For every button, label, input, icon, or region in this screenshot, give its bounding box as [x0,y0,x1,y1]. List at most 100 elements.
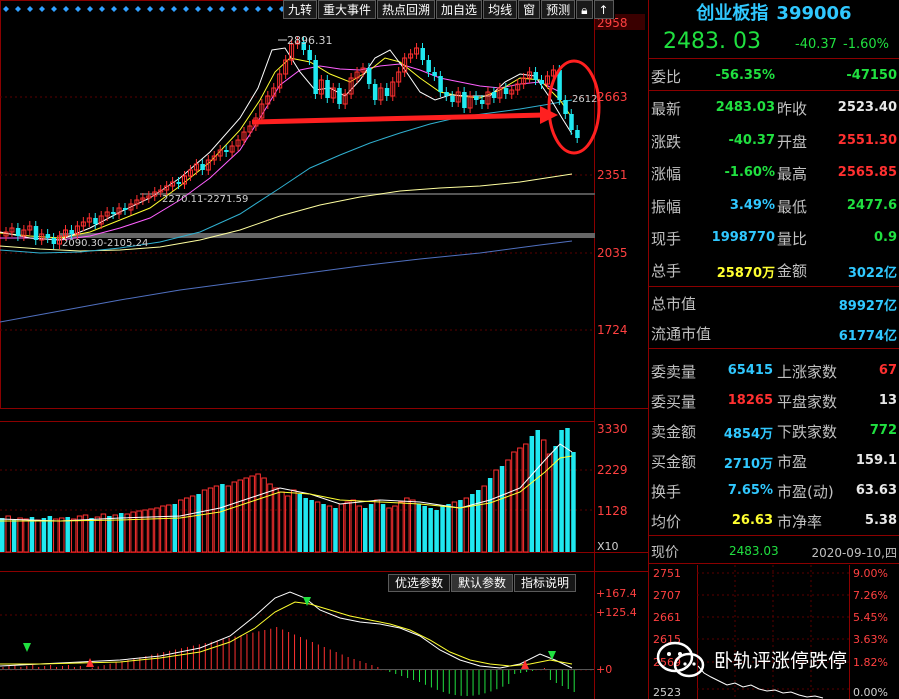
price-axis-label: 2663 [597,90,628,104]
candle-body [420,48,425,60]
event-marker [63,6,69,12]
event-marker [123,6,129,12]
event-marker [267,6,273,12]
volume-bar [356,505,362,553]
candle-body [384,88,390,96]
candle-body [533,72,539,80]
volume-bar [565,428,570,552]
volume-bar [493,469,499,553]
price-axis-label: 1724 [597,323,628,337]
volume-bar [213,485,220,553]
now-date: 2020-09-10,四 [811,545,897,560]
tab-default-params[interactable]: 默认参数 [451,574,514,592]
event-marker [207,6,213,12]
stat-label: 均价 [651,512,682,531]
candle-body [33,226,39,240]
volume-bar [237,479,243,553]
volume-bar [65,517,70,552]
quote-label: 涨跌 [651,132,682,151]
candle-body [372,84,378,100]
stat-value: 13 [878,392,897,408]
moving-average-lines [0,47,573,323]
stat-value: 63.63 [855,482,897,498]
quote-value: 2551.30 [837,132,897,148]
window-button[interactable]: 窗 [518,0,541,19]
candle-body [480,100,485,104]
forecast-button[interactable]: 预测 [541,0,576,19]
now-price-row: 现价 2483.03 2020-09-10,四 [649,536,899,564]
nine-turn-button[interactable]: 九转 [283,0,318,19]
tab-indicator-help[interactable]: 指标说明 [514,574,577,592]
lock-icon[interactable]: 🔒︎ [576,0,593,19]
event-marker [111,6,117,12]
volume-bar [434,510,439,552]
quote-value: -1.60% [724,165,776,181]
add-watchlist-button[interactable]: 加自选 [436,0,483,19]
volume-axis-unit: X10 [597,540,619,553]
candle-body [539,80,544,84]
candle-body [474,96,479,100]
event-marker [27,6,33,12]
quote-label: 昨收 [777,100,808,119]
mini-axis-label: 2751 [653,567,681,580]
volume-bar [53,518,59,553]
volume-bar [523,443,529,553]
stat-row: 委卖量 65415 上涨家数 67 [649,355,899,385]
candle-body [123,208,128,210]
indicator-axis-label: +125.4 [596,606,637,619]
volume-bar [476,490,481,552]
price-axis: 2958 2663 2351 2035 1724 [595,14,645,337]
quote-label: 金额 [777,262,808,281]
stat-label: 上涨家数 [777,362,838,381]
candle-body [450,96,455,102]
index-title: 创业板指 399006 [649,0,899,27]
volume-bar [481,485,487,553]
volume-bar [189,495,196,553]
stat-value: 159.1 [855,452,897,468]
volume-bar [107,516,112,552]
volume-bar [220,484,225,552]
quote-label: 量比 [777,229,808,248]
index-name: 创业板指 [696,3,769,24]
market-stat-rows: 委卖量 65415 上涨家数 67 委买量 18265 平盘家数 13 卖金额 … [649,349,899,536]
volume-bar [142,509,148,553]
volume-bar [380,504,386,552]
watermark-text: 卧轨评涨停跌停 [714,650,848,672]
volume-bar [285,495,291,553]
major-events-button[interactable]: 重大事件 [318,0,377,19]
cap-value: 89927亿 [838,298,897,314]
quote-row: 现手 1998770 量比 0.9 [649,221,899,253]
kline-chart-area[interactable]: 2896.31 2270.11-2271.59 2090.30-2105.24 … [0,0,648,699]
support-arrow [251,106,558,125]
stat-label: 平盘家数 [777,392,838,411]
kline-chart[interactable]: 2896.31 2270.11-2271.59 2090.30-2105.24 … [0,0,648,699]
stat-value: 18265 [727,392,773,408]
stat-label: 下跌家数 [777,422,838,441]
hotspot-review-button[interactable]: 热点回溯 [377,0,436,19]
volume-bar [178,499,184,553]
volume-bar [154,507,160,553]
stat-value: 2710万 [723,456,773,472]
volume-bar [505,459,511,553]
quote-row: 涨跌 -40.37 开盘 2551.30 [649,124,899,156]
quote-label: 振幅 [651,197,682,216]
volume-bar [374,499,380,553]
quote-value: 2477.6 [846,197,897,213]
volume-bar [440,506,445,552]
stat-value: 772 [869,422,897,438]
wechat-watermark: 卧轨评涨停跌停 [656,637,896,681]
stat-value: 4854万 [723,426,773,442]
market-cap-rows: 总市值 89927亿 流通市值 61774亿 [649,287,899,349]
volume-bar [100,513,107,553]
moving-average-button[interactable]: 均线 [483,0,518,19]
stat-label: 委买量 [651,392,697,411]
up-arrow-icon[interactable]: ↑ [593,0,614,19]
weibi-row: 委比 -56.35% -47150 [649,59,899,92]
volume-bar [338,503,345,553]
volume-bar [255,473,261,553]
tab-optimized-params[interactable]: 优选参数 [388,574,451,592]
quote-label: 最高 [777,165,808,184]
price-axis-label: 2351 [597,168,628,182]
highlight-circle [547,59,601,155]
volume-bar [571,452,576,552]
